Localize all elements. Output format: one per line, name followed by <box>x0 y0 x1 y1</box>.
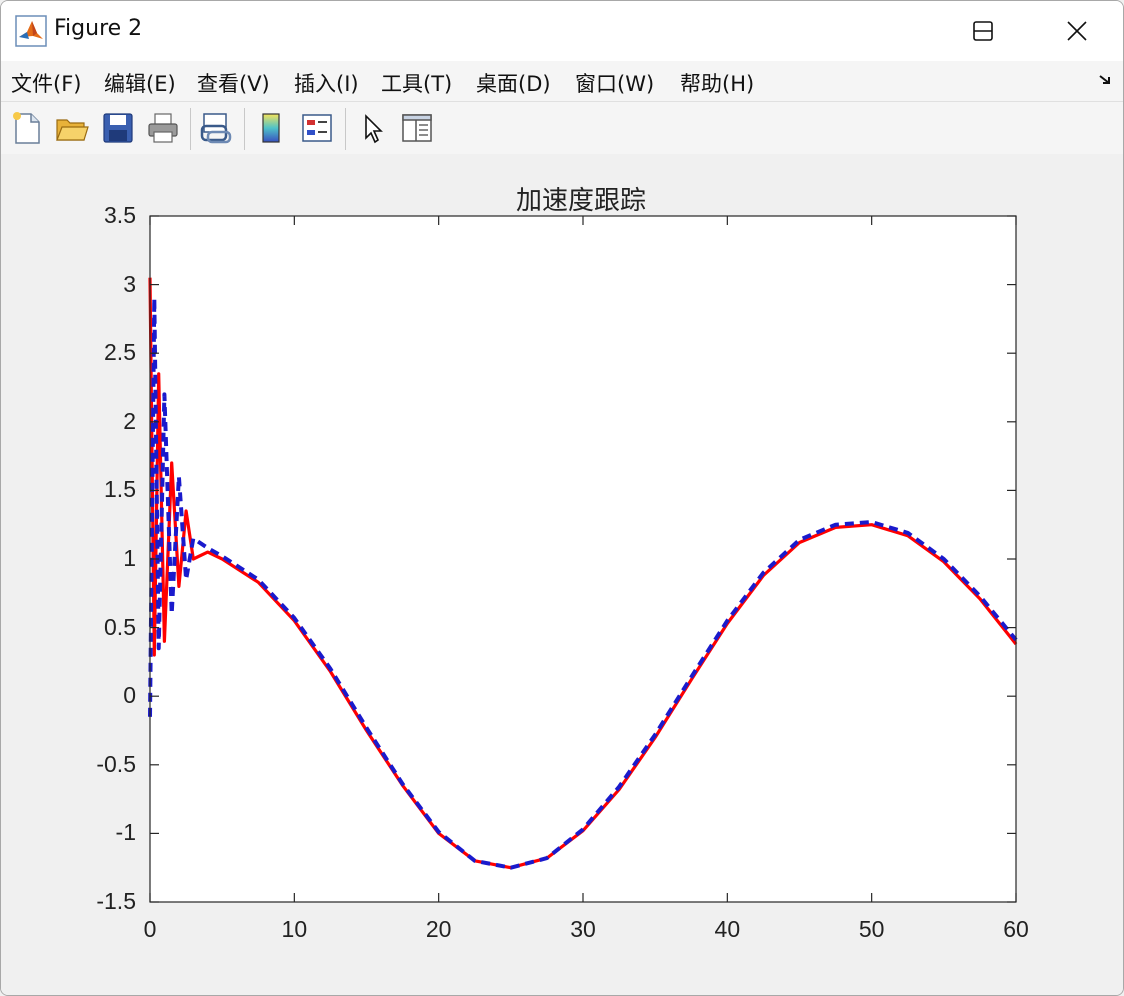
x-tick-label: 10 <box>281 916 308 942</box>
y-tick-label: 2 <box>123 407 136 434</box>
y-tick-label: 0.5 <box>104 613 136 640</box>
close-icon <box>1067 21 1087 41</box>
menu-view[interactable]: 查看(V) <box>197 68 270 98</box>
plot-svg[interactable] <box>1 154 1123 995</box>
menu-insert[interactable]: 插入(I) <box>294 68 359 98</box>
menu-desktop[interactable]: 桌面(D) <box>476 68 551 98</box>
link-plot-icon[interactable] <box>198 110 234 146</box>
menu-edit[interactable]: 编辑(E) <box>104 68 176 98</box>
y-tick-label: 3 <box>123 270 136 297</box>
menu-bar: 文件(F) 编辑(E) 查看(V) 插入(I) 工具(T) 桌面(D) 窗口(W… <box>1 61 1123 101</box>
y-tick-label: -0.5 <box>96 750 136 777</box>
y-tick-label: 2.5 <box>104 339 136 366</box>
edit-plot-icon[interactable] <box>356 110 392 146</box>
toolbar-separator <box>345 108 346 150</box>
figure-canvas[interactable]: 加速度跟踪 0 10 20 30 40 50 60 -1.5 -1 -0.5 0 0.5 1 1.5 2 2.… <box>1 154 1123 995</box>
save-icon[interactable] <box>100 110 136 146</box>
x-tick-label: 60 <box>1003 916 1029 942</box>
toolbar <box>1 101 1123 155</box>
menu-help[interactable]: 帮助(H) <box>680 68 754 98</box>
plot-area <box>150 216 1016 902</box>
maximize-icon <box>973 21 993 41</box>
dock-arrow-icon[interactable] <box>1097 71 1115 93</box>
menu-window[interactable]: 窗口(W) <box>575 68 654 98</box>
y-tick-label: 0 <box>123 682 136 709</box>
x-tick-label: 20 <box>425 916 452 942</box>
x-tick-label: 40 <box>714 916 741 942</box>
close-button[interactable] <box>1031 1 1123 61</box>
open-file-icon[interactable] <box>54 110 90 146</box>
title-bar[interactable]: Figure 2 <box>1 1 1123 61</box>
property-inspector-icon[interactable] <box>399 110 435 146</box>
x-tick-label: 30 <box>570 916 596 942</box>
maximize-button[interactable] <box>949 1 1041 61</box>
figure-window: Figure 2 文件(F) 编辑(E) 查看(V) 插入(I) 工具(T) 桌… <box>0 0 1124 996</box>
y-tick-label: -1 <box>115 819 136 846</box>
x-tick-label: 0 <box>143 916 157 942</box>
y-tick-label: 3.5 <box>104 202 136 228</box>
toolbar-separator <box>190 108 191 150</box>
menu-tools[interactable]: 工具(T) <box>381 68 452 98</box>
menu-file[interactable]: 文件(F) <box>11 68 81 98</box>
toolbar-separator <box>244 108 245 150</box>
matlab-logo-icon <box>15 15 47 47</box>
print-icon[interactable] <box>145 110 181 146</box>
y-tick-label: -1.5 <box>96 888 136 914</box>
x-tick-label: 50 <box>858 916 885 942</box>
y-tick-label: 1.5 <box>104 476 136 503</box>
insert-colorbar-icon[interactable] <box>253 110 289 146</box>
insert-legend-icon[interactable] <box>299 110 335 146</box>
window-title: Figure 2 <box>54 16 143 41</box>
new-figure-icon[interactable] <box>9 110 45 146</box>
y-tick-label: 1 <box>123 545 136 571</box>
